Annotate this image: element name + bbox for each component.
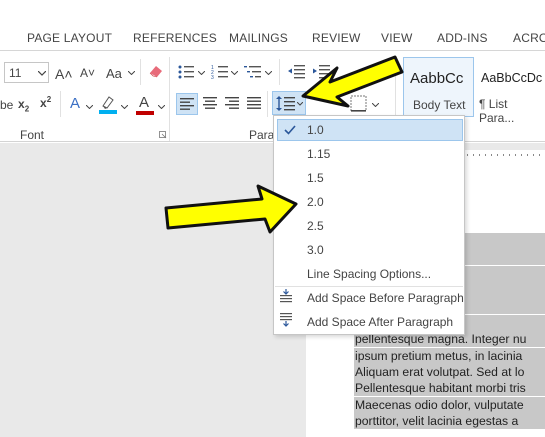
annotation-arrows (164, 55, 404, 234)
arrow-to-spacing-2-0 (164, 184, 298, 234)
arrow-to-line-spacing-button (301, 55, 404, 108)
